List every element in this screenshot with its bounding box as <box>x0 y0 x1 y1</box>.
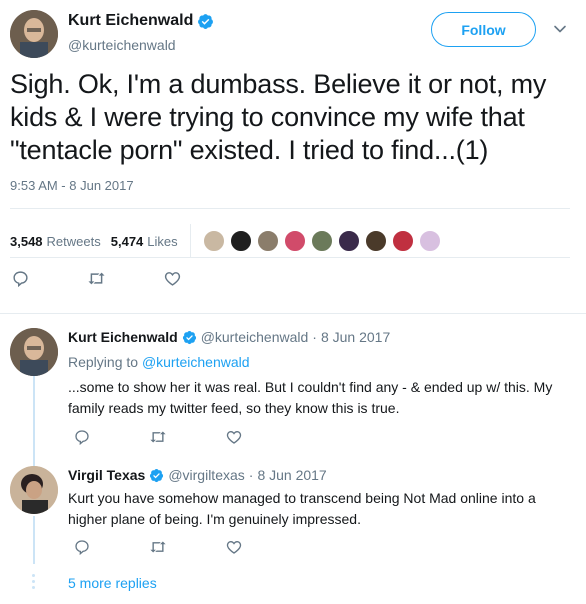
reply-date[interactable]: 8 Jun 2017 <box>321 329 390 345</box>
retweet-icon[interactable] <box>148 537 168 557</box>
reply-date[interactable]: 8 Jun 2017 <box>257 467 326 483</box>
retweets-count: 3,548 <box>10 233 43 249</box>
verified-badge-icon <box>182 330 196 344</box>
like-icon[interactable] <box>162 268 182 288</box>
meta-separator: · <box>312 329 317 345</box>
reply-text: ...some to show her it was real. But I c… <box>68 379 553 416</box>
liker-avatar[interactable] <box>310 230 333 252</box>
reply-actions <box>72 427 244 447</box>
liker-avatar[interactable] <box>364 230 387 252</box>
more-replies-link[interactable]: 5 more replies <box>68 575 157 591</box>
thread-line <box>33 376 35 466</box>
chevron-down-icon[interactable] <box>553 22 567 36</box>
likes-count: 5,474 <box>110 233 144 249</box>
liker-avatar[interactable] <box>418 230 441 252</box>
reply-icon[interactable] <box>72 427 92 447</box>
verified-badge-icon <box>198 13 214 29</box>
author-name-row[interactable]: Kurt Eichenwald <box>68 12 214 30</box>
reply-author-name[interactable]: Virgil Texas <box>68 467 145 483</box>
reply-header: Kurt Eichenwald @kurteichenwald · 8 Jun … <box>68 329 390 345</box>
reply-text: Kurt you have somehow managed to transce… <box>68 490 536 527</box>
reply-author-handle[interactable]: @virgiltexas <box>168 467 244 483</box>
reply-author-avatar[interactable] <box>10 466 58 514</box>
retweets-label: Retweets <box>46 233 101 249</box>
tweet-stats: 3,548 Retweets 5,474 Likes <box>10 224 446 258</box>
retweet-icon[interactable] <box>86 268 106 288</box>
reply-actions <box>72 537 244 557</box>
liker-avatar[interactable] <box>256 230 279 252</box>
like-icon[interactable] <box>224 427 244 447</box>
replying-prefix: Replying to <box>68 354 139 370</box>
divider <box>0 313 586 314</box>
replying-handle-link[interactable]: @kurteichenwald <box>142 354 250 370</box>
tweet-actions <box>10 268 182 288</box>
reply-author-name[interactable]: Kurt Eichenwald <box>68 329 178 345</box>
tweet-timestamp[interactable]: 9:53 AM - 8 Jun 2017 <box>10 178 134 193</box>
reply-header: Virgil Texas @virgiltexas · 8 Jun 2017 <box>68 467 327 483</box>
divider <box>10 257 570 258</box>
verified-badge-icon <box>150 468 164 482</box>
tweet-text: Sigh. Ok, I'm a dumbass. Believe it or n… <box>10 69 547 165</box>
likers-avatars <box>202 230 446 252</box>
retweet-icon[interactable] <box>148 427 168 447</box>
reply-icon[interactable] <box>72 537 92 557</box>
author-avatar[interactable] <box>10 10 58 58</box>
like-icon[interactable] <box>224 537 244 557</box>
retweets-stat[interactable]: 3,548 Retweets <box>10 234 101 249</box>
liker-avatar[interactable] <box>229 230 252 252</box>
author-handle[interactable]: @kurteichenwald <box>68 37 176 53</box>
liker-avatar[interactable] <box>391 230 414 252</box>
stats-separator <box>189 224 191 258</box>
replying-to: Replying to @kurteichenwald <box>68 354 250 370</box>
likes-label: Likes <box>147 233 178 249</box>
reply-author-handle[interactable]: @kurteichenwald <box>201 329 309 345</box>
meta-separator: · <box>248 467 254 483</box>
thread-dots <box>32 574 36 592</box>
liker-avatar[interactable] <box>283 230 306 252</box>
thread-line <box>33 516 35 564</box>
reply-author-avatar[interactable] <box>10 328 58 376</box>
reply-icon[interactable] <box>10 268 30 288</box>
author-display-name[interactable]: Kurt Eichenwald <box>68 12 193 30</box>
follow-button[interactable]: Follow <box>431 12 536 47</box>
liker-avatar[interactable] <box>337 230 360 252</box>
divider <box>10 208 570 209</box>
liker-avatar[interactable] <box>202 230 225 252</box>
likes-stat[interactable]: 5,474 Likes <box>111 234 178 249</box>
